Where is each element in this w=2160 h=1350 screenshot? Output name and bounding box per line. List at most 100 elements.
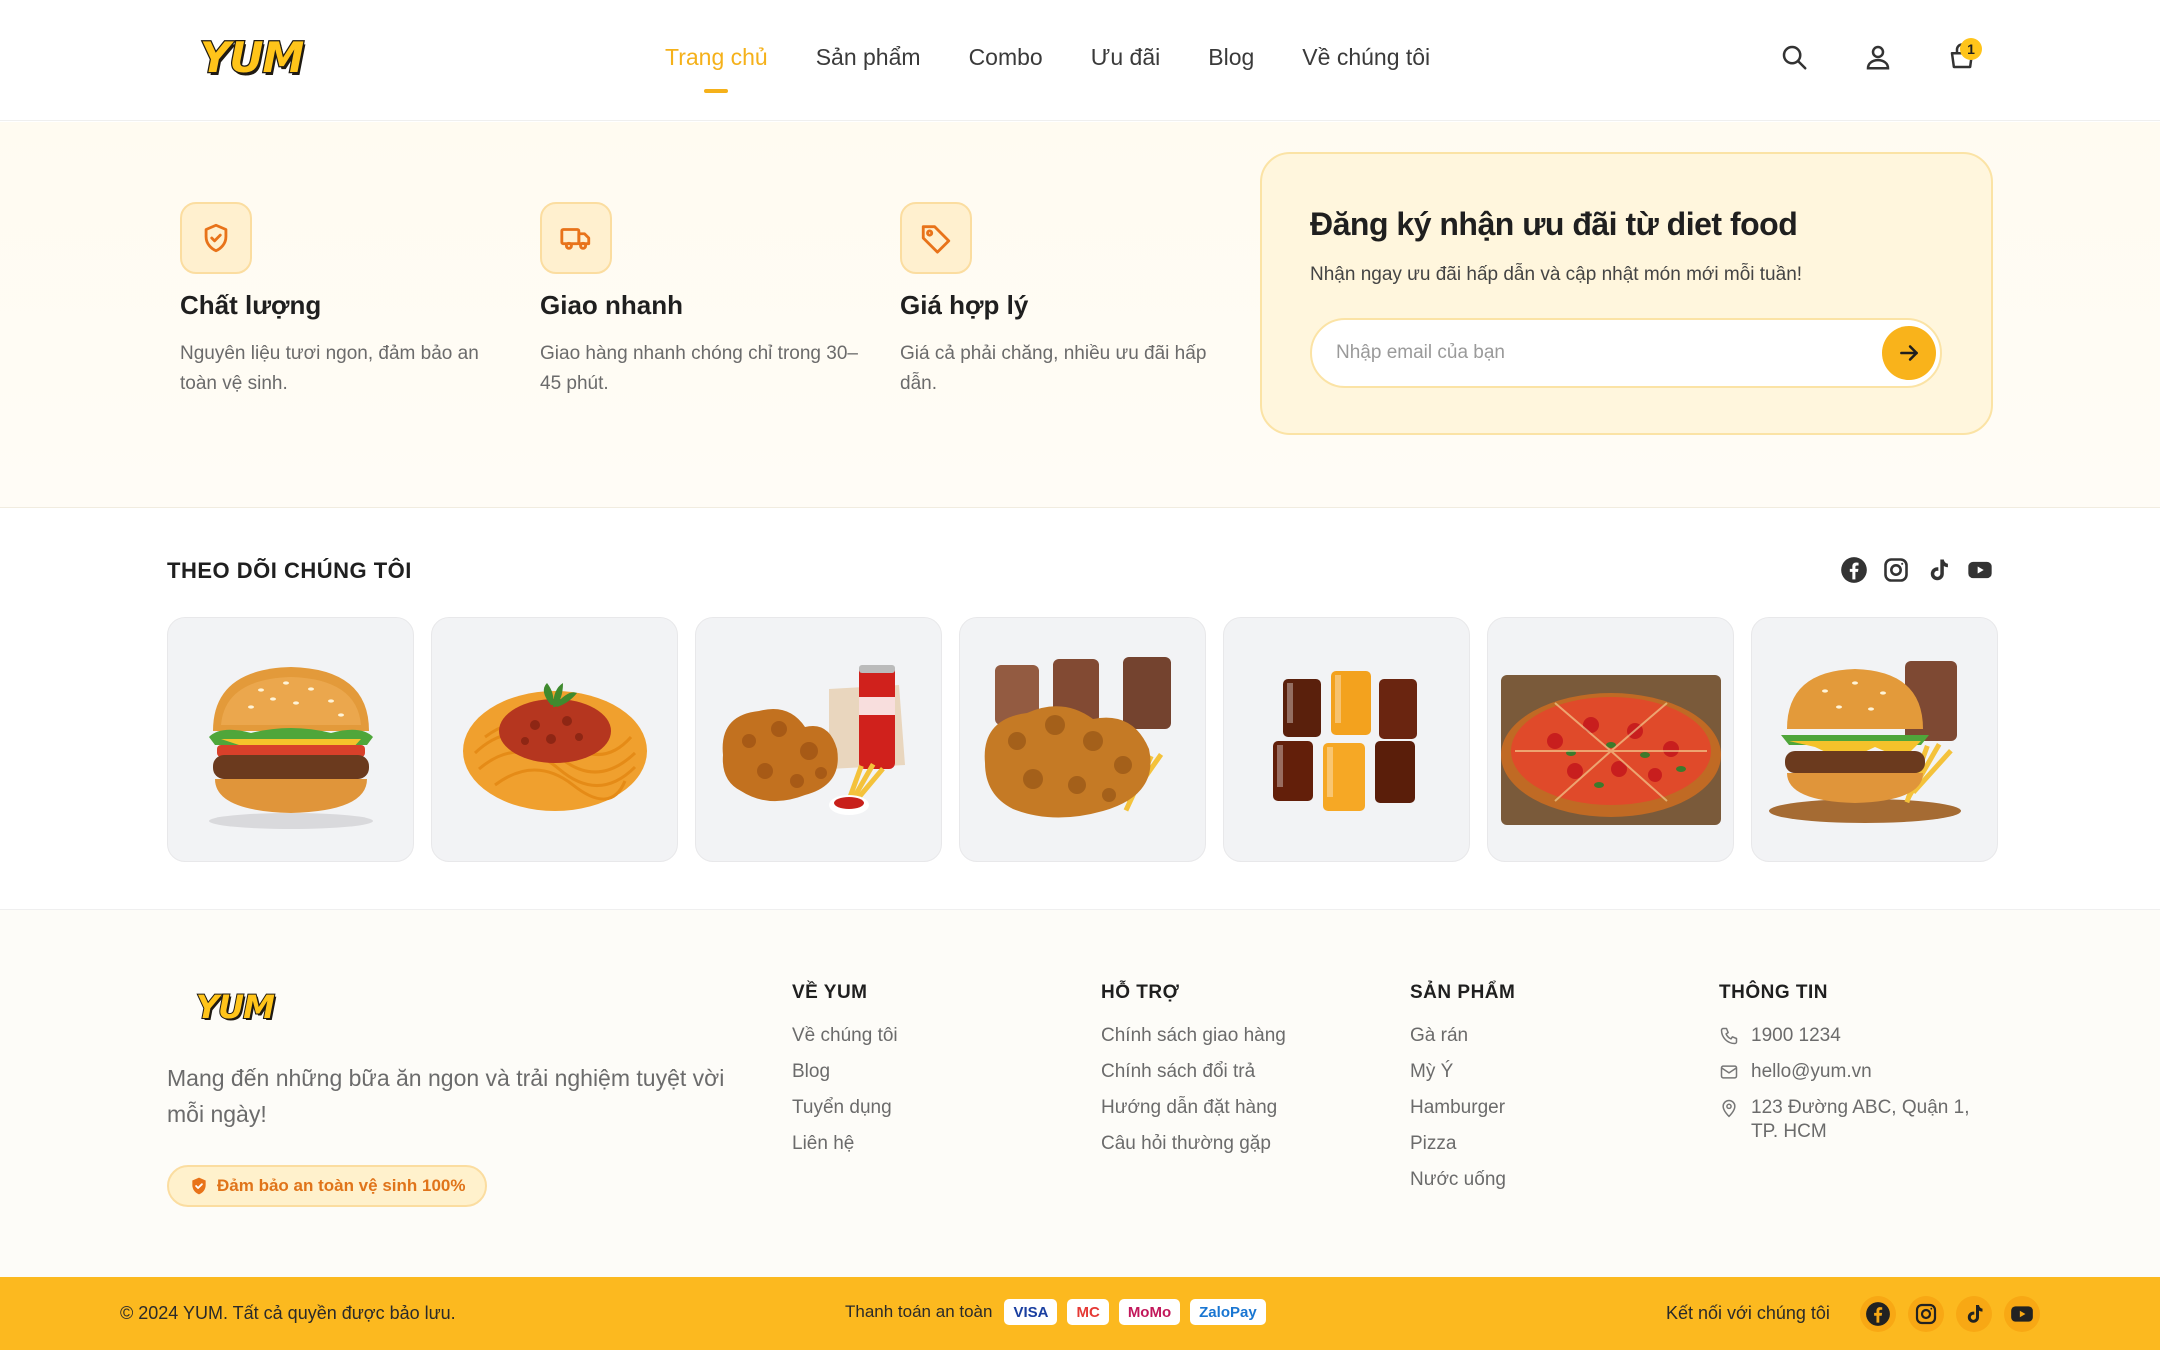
- feature-title: Chất lượng: [180, 290, 322, 320]
- nav-products[interactable]: Sản phẩm: [816, 44, 921, 71]
- spaghetti-image: [462, 682, 647, 811]
- newsletter-subtitle: Nhận ngay ưu đãi hấp dẫn và cập nhật món…: [1310, 264, 1803, 285]
- site-footer: YUM Mang đến những bữa ăn ngon và trải n…: [0, 909, 2160, 1277]
- footer-link[interactable]: Hướng dẫn đặt hàng: [1101, 1090, 1286, 1126]
- gallery-item-burger[interactable]: [167, 617, 414, 862]
- tag-icon: [900, 202, 972, 274]
- nav-home[interactable]: Trang chủ: [665, 44, 768, 71]
- footer-link[interactable]: Gà rán: [1410, 1018, 1515, 1054]
- feature-title: Giá hợp lý: [900, 290, 1029, 320]
- contact-email[interactable]: hello@yum.vn: [1719, 1054, 1999, 1090]
- newsletter-card: Đăng ký nhận ưu đãi từ diet food Nhận ng…: [1260, 152, 1993, 435]
- zalopay-badge: ZaloPay: [1190, 1299, 1266, 1325]
- contact-address: 123 Đường ABC, Quận 1, TP. HCM: [1719, 1090, 1999, 1144]
- search-icon[interactable]: [1779, 42, 1809, 72]
- feature-quality: Chất lượng Nguyên liệu tươi ngon, đảm bả…: [180, 202, 510, 399]
- youtube-icon: [2011, 1306, 2033, 1322]
- feature-desc: Giao hàng nhanh chóng chỉ trong 30–45 ph…: [540, 343, 858, 394]
- youtube-link[interactable]: [2004, 1296, 2040, 1332]
- visa-badge: VISA: [1004, 1299, 1058, 1325]
- truck-icon: [540, 202, 612, 274]
- chicken-bucket-image: [984, 656, 1171, 818]
- burger-image: [208, 666, 373, 829]
- tiktok-icon: [1967, 1305, 1983, 1323]
- footer-col-title: SẢN PHẨM: [1410, 982, 1516, 1003]
- tiktok-link[interactable]: [1956, 1296, 1992, 1332]
- footer-link[interactable]: Pizza: [1410, 1126, 1515, 1162]
- copyright: © 2024 YUM. Tất cả quyền được bảo lưu.: [120, 1303, 456, 1323]
- gallery-item-drinks[interactable]: [1223, 617, 1470, 862]
- nav-about[interactable]: Về chúng tôi: [1302, 44, 1430, 71]
- footer-link[interactable]: Tuyển dụng: [792, 1090, 898, 1126]
- feature-title: Giao nhanh: [540, 290, 683, 320]
- instagram-icon[interactable]: [1882, 556, 1910, 584]
- badge-text: Đảm bảo an toàn vệ sinh 100%: [217, 1176, 466, 1195]
- mastercard-badge: MC: [1067, 1299, 1109, 1325]
- payment-label: Thanh toán an toàn: [845, 1302, 993, 1321]
- footer-col-support: HỖ TRỢ Chính sách giao hàng Chính sách đ…: [1101, 982, 1286, 1162]
- phone-icon: [1720, 1027, 1738, 1045]
- gallery-item-spaghetti[interactable]: [431, 617, 678, 862]
- nav-blog[interactable]: Blog: [1208, 44, 1254, 71]
- follow-title: THEO DÕI CHÚNG TÔI: [167, 558, 412, 583]
- main-nav: Trang chủ Sản phẩm Combo Ưu đãi Blog Về …: [665, 44, 1430, 71]
- gallery-item-chicken-drinks[interactable]: [959, 617, 1206, 862]
- facebook-icon: [1866, 1302, 1890, 1326]
- feature-price: Giá hợp lý Giá cả phải chăng, nhiều ưu đ…: [900, 202, 1230, 399]
- email-text: hello@yum.vn: [1751, 1061, 1872, 1082]
- newsletter-title: Đăng ký nhận ưu đãi từ diet food: [1310, 206, 1798, 242]
- footer-col-title: THÔNG TIN: [1719, 982, 1828, 1003]
- footer-link[interactable]: Liên hệ: [792, 1126, 898, 1162]
- facebook-link[interactable]: [1860, 1296, 1896, 1332]
- subscribe-button[interactable]: [1882, 326, 1936, 380]
- gallery-item-burger-combo[interactable]: [1751, 617, 1998, 862]
- instagram-link[interactable]: [1908, 1296, 1944, 1332]
- instagram-gallery: [167, 617, 1998, 862]
- pizza-image: [1500, 674, 1721, 825]
- gallery-item-chicken-cola[interactable]: [695, 617, 942, 862]
- feature-fast: Giao nhanh Giao hàng nhanh chóng chỉ tro…: [540, 202, 870, 399]
- drinks-image: [1272, 670, 1417, 811]
- momo-badge: MoMo: [1118, 1299, 1181, 1325]
- arrow-right-icon: [1900, 345, 1918, 361]
- email-input[interactable]: [1310, 318, 1942, 388]
- address-text: 123 Đường ABC, Quận 1, TP. HCM: [1751, 1097, 1970, 1142]
- footer-logo[interactable]: YUM: [195, 987, 276, 1027]
- hygiene-badge: Đảm bảo an toàn vệ sinh 100%: [167, 1165, 488, 1207]
- footer-link[interactable]: Blog: [792, 1054, 898, 1090]
- contact-phone[interactable]: 1900 1234: [1719, 1018, 1999, 1054]
- footer-link[interactable]: Hamburger: [1410, 1090, 1515, 1126]
- footer-col-products: SẢN PHẨM Gà rán Mỳ Ý Hamburger Pizza Nướ…: [1410, 982, 1515, 1198]
- shield-check-icon: [180, 202, 252, 274]
- burger-combo-image: [1768, 660, 1961, 823]
- bottom-bar: © 2024 YUM. Tất cả quyền được bảo lưu. T…: [0, 1277, 2160, 1350]
- fried-chicken-image: [722, 664, 905, 815]
- footer-link[interactable]: Chính sách giao hàng: [1101, 1018, 1286, 1054]
- phone-text: 1900 1234: [1751, 1025, 1841, 1046]
- cart-count-badge: 1: [1960, 38, 1982, 60]
- features-section: Chất lượng Nguyên liệu tươi ngon, đảm bả…: [0, 122, 2160, 508]
- gallery-item-pizza[interactable]: [1487, 617, 1734, 862]
- footer-link[interactable]: Câu hỏi thường gặp: [1101, 1126, 1286, 1162]
- footer-col-title: HỖ TRỢ: [1101, 982, 1180, 1003]
- logo[interactable]: YUM: [199, 32, 306, 84]
- facebook-icon[interactable]: [1840, 556, 1868, 584]
- instagram-icon: [1915, 1303, 1937, 1325]
- feature-desc: Giá cả phải chăng, nhiều ưu đãi hấp dẫn.: [900, 343, 1207, 394]
- tiktok-icon[interactable]: [1924, 556, 1952, 584]
- connect-label: Kết nối với chúng tôi: [1666, 1303, 1830, 1323]
- payment-methods: Thanh toán an toàn VISA MC MoMo ZaloPay: [845, 1299, 1266, 1325]
- youtube-icon[interactable]: [1966, 556, 1994, 584]
- footer-col-title: VỀ YUM: [792, 982, 868, 1003]
- feature-desc: Nguyên liệu tươi ngon, đảm bảo an toàn v…: [180, 343, 479, 394]
- footer-tagline: Mang đến những bữa ăn ngon và trải nghiệ…: [167, 1065, 725, 1127]
- footer-link[interactable]: Nước uống: [1410, 1162, 1515, 1198]
- user-icon[interactable]: [1863, 42, 1893, 72]
- nav-combo[interactable]: Combo: [969, 44, 1043, 71]
- footer-link[interactable]: Mỳ Ý: [1410, 1054, 1515, 1090]
- nav-offers[interactable]: Ưu đãi: [1091, 44, 1161, 71]
- footer-col-about: VỀ YUM Về chúng tôi Blog Tuyển dụng Liên…: [792, 982, 898, 1162]
- footer-col-info: THÔNG TIN 1900 1234 hello@yum.vn 123 Đườ…: [1719, 982, 1999, 1144]
- footer-link[interactable]: Về chúng tôi: [792, 1018, 898, 1054]
- footer-link[interactable]: Chính sách đổi trả: [1101, 1054, 1286, 1090]
